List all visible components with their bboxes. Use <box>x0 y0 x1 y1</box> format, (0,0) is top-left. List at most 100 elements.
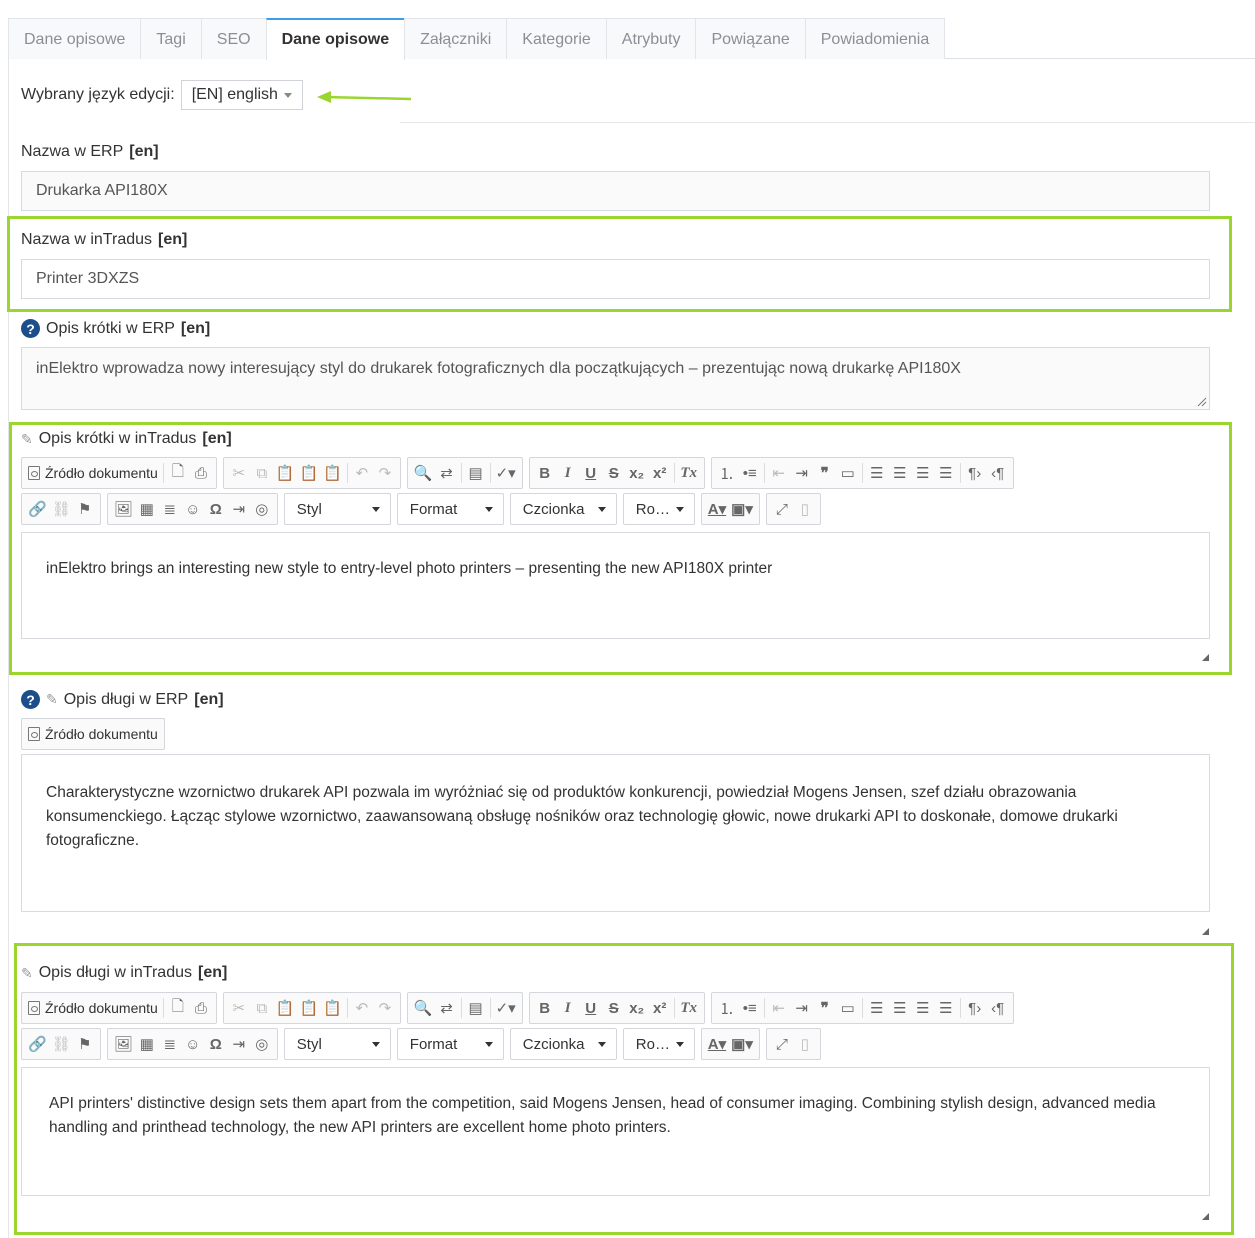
size-select[interactable]: Ro… <box>622 1028 695 1060</box>
bg-color-icon[interactable]: ▣▾ <box>731 1033 753 1055</box>
new-page-icon[interactable]: 🗋 <box>169 997 187 1019</box>
image-icon[interactable]: 🖼 <box>114 498 133 520</box>
spellcheck-icon[interactable]: ✓▾ <box>496 462 516 484</box>
tab-kategorie[interactable]: Kategorie <box>506 18 607 59</box>
ltr-icon[interactable]: ¶› <box>966 997 984 1019</box>
find-icon[interactable]: 🔍 <box>414 462 433 484</box>
cut-icon[interactable]: ✂ <box>230 462 248 484</box>
source-button[interactable]: Źródło dokumentu <box>28 1000 158 1016</box>
show-blocks-icon[interactable]: ▯ <box>796 1033 814 1055</box>
redo-icon[interactable]: ↷ <box>376 997 394 1019</box>
horizontal-rule-icon[interactable]: ≣ <box>161 498 179 520</box>
special-char-icon[interactable]: Ω <box>207 498 225 520</box>
align-right-icon[interactable]: ☰ <box>914 462 932 484</box>
tab-powiazane[interactable]: Powiązane <box>695 18 806 59</box>
resize-handle-icon[interactable] <box>1202 1213 1209 1220</box>
tab-seo[interactable]: SEO <box>200 18 267 59</box>
source-button[interactable]: Źródło dokumentu <box>28 726 158 742</box>
page-break-icon[interactable]: ⇥ <box>230 1033 248 1055</box>
superscript-icon[interactable]: x² <box>651 462 669 484</box>
paste-icon[interactable]: 📋 <box>276 997 295 1019</box>
style-select[interactable]: Styl <box>283 493 391 525</box>
align-left-icon[interactable]: ☰ <box>868 997 886 1019</box>
div-icon[interactable]: ▭ <box>839 997 857 1019</box>
resize-handle-icon[interactable] <box>1197 397 1207 407</box>
spellcheck-icon[interactable]: ✓▾ <box>496 997 516 1019</box>
select-all-icon[interactable]: ▤ <box>467 997 485 1019</box>
cut-icon[interactable]: ✂ <box>230 997 248 1019</box>
image-icon[interactable]: 🖼 <box>114 1033 133 1055</box>
paste-word-icon[interactable]: 📋 <box>323 462 342 484</box>
numbered-list-icon[interactable]: ⒈ <box>718 997 736 1019</box>
redo-icon[interactable]: ↷ <box>376 462 394 484</box>
show-blocks-icon[interactable]: ▯ <box>796 498 814 520</box>
copy-icon[interactable]: ⧉ <box>253 997 271 1019</box>
strike-icon[interactable]: S <box>605 997 623 1019</box>
align-right-icon[interactable]: ☰ <box>914 997 932 1019</box>
rtl-icon[interactable]: ‹¶ <box>989 462 1007 484</box>
select-all-icon[interactable]: ▤ <box>467 462 485 484</box>
blockquote-icon[interactable]: ❞ <box>816 997 834 1019</box>
replace-icon[interactable]: ⇄ <box>438 997 456 1019</box>
text-color-icon[interactable]: A▾ <box>708 498 726 520</box>
undo-icon[interactable]: ↶ <box>353 462 371 484</box>
new-page-icon[interactable]: 🗋 <box>169 462 187 484</box>
resize-handle-icon[interactable] <box>1202 928 1209 935</box>
rtl-icon[interactable]: ‹¶ <box>989 997 1007 1019</box>
name-intradus-input[interactable]: Printer 3DXZS <box>21 259 1210 299</box>
subscript-icon[interactable]: x₂ <box>628 997 646 1019</box>
remove-format-icon[interactable]: Tx <box>680 997 698 1019</box>
align-justify-icon[interactable]: ☰ <box>937 997 955 1019</box>
font-select[interactable]: Czcionka <box>509 1028 617 1060</box>
table-icon[interactable]: ▦ <box>138 498 156 520</box>
tab-zalaczniki[interactable]: Załączniki <box>404 18 508 59</box>
anchor-flag-icon[interactable]: ⚑ <box>76 498 94 520</box>
size-select[interactable]: Ro… <box>622 493 695 525</box>
iframe-globe-icon[interactable]: ◎ <box>253 1033 271 1055</box>
tab-dane-opisowe-active[interactable]: Dane opisowe <box>265 18 406 60</box>
italic-icon[interactable]: I <box>559 997 577 1019</box>
print-icon[interactable]: ⎙ <box>192 462 210 484</box>
format-select[interactable]: Format <box>396 1028 504 1060</box>
unlink-icon[interactable]: ⛓ <box>52 498 71 520</box>
find-icon[interactable]: 🔍 <box>414 997 433 1019</box>
unlink-icon[interactable]: ⛓ <box>52 1033 71 1055</box>
iframe-globe-icon[interactable]: ◎ <box>253 498 271 520</box>
paste-text-icon[interactable]: 📋 <box>300 462 319 484</box>
outdent-icon[interactable]: ⇤ <box>770 997 788 1019</box>
maximize-icon[interactable]: ⤢ <box>773 1033 791 1055</box>
bulleted-list-icon[interactable]: •≡ <box>741 997 759 1019</box>
style-select[interactable]: Styl <box>283 1028 391 1060</box>
ltr-icon[interactable]: ¶› <box>966 462 984 484</box>
maximize-icon[interactable]: ⤢ <box>773 498 791 520</box>
anchor-flag-icon[interactable]: ⚑ <box>76 1033 94 1055</box>
help-icon[interactable]: ? <box>21 319 40 338</box>
link-icon[interactable]: 🔗 <box>28 498 47 520</box>
numbered-list-icon[interactable]: ⒈ <box>718 462 736 484</box>
special-char-icon[interactable]: Ω <box>207 1033 225 1055</box>
bold-icon[interactable]: B <box>536 997 554 1019</box>
replace-icon[interactable]: ⇄ <box>438 462 456 484</box>
table-icon[interactable]: ▦ <box>138 1033 156 1055</box>
indent-icon[interactable]: ⇥ <box>793 997 811 1019</box>
language-select[interactable]: [EN] english <box>180 80 303 110</box>
format-select[interactable]: Format <box>396 493 504 525</box>
italic-icon[interactable]: I <box>559 462 577 484</box>
div-icon[interactable]: ▭ <box>839 462 857 484</box>
long-intradus-editor[interactable]: API printers' distinctive design sets th… <box>21 1067 1210 1196</box>
align-left-icon[interactable]: ☰ <box>868 462 886 484</box>
smiley-icon[interactable]: ☺ <box>184 1033 202 1055</box>
undo-icon[interactable]: ↶ <box>353 997 371 1019</box>
align-center-icon[interactable]: ☰ <box>891 997 909 1019</box>
outdent-icon[interactable]: ⇤ <box>770 462 788 484</box>
page-break-icon[interactable]: ⇥ <box>230 498 248 520</box>
link-icon[interactable]: 🔗 <box>28 1033 47 1055</box>
paste-text-icon[interactable]: 📋 <box>300 997 319 1019</box>
strike-icon[interactable]: S <box>605 462 623 484</box>
tab-dane-opisowe[interactable]: Dane opisowe <box>8 18 142 59</box>
print-icon[interactable]: ⎙ <box>192 997 210 1019</box>
help-icon[interactable]: ? <box>21 690 40 709</box>
subscript-icon[interactable]: x₂ <box>628 462 646 484</box>
tab-atrybuty[interactable]: Atrybuty <box>605 18 697 59</box>
superscript-icon[interactable]: x² <box>651 997 669 1019</box>
